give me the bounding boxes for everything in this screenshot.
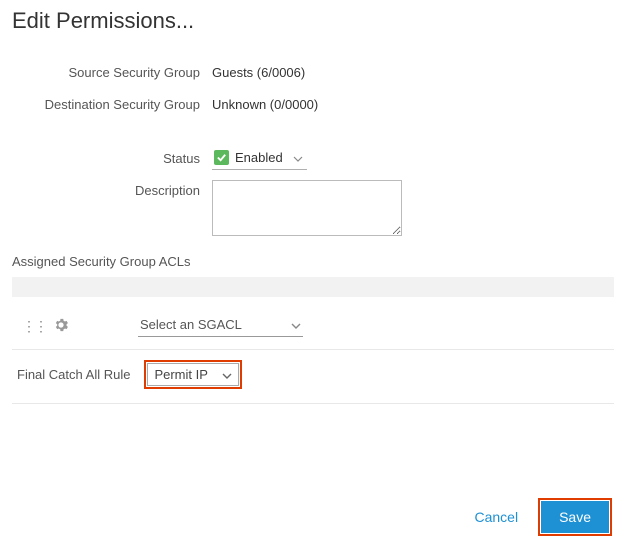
highlight-box: Permit IP bbox=[144, 360, 242, 389]
acl-row: ⋮⋮ Select an SGACL bbox=[12, 311, 614, 350]
catch-all-select[interactable]: Permit IP bbox=[147, 363, 239, 386]
dialog-footer: Cancel Save bbox=[474, 498, 612, 536]
sgacl-select[interactable]: Select an SGACL bbox=[138, 315, 303, 337]
chevron-down-icon bbox=[222, 367, 232, 382]
catch-all-label: Final Catch All Rule bbox=[17, 367, 130, 382]
status-select[interactable]: Enabled bbox=[212, 148, 307, 170]
acl-section-header: Assigned Security Group ACLs bbox=[12, 254, 614, 269]
description-input[interactable] bbox=[212, 180, 402, 236]
save-button[interactable]: Save bbox=[541, 501, 609, 533]
status-label: Status bbox=[12, 148, 212, 170]
status-checkbox[interactable] bbox=[214, 150, 229, 165]
chevron-down-icon bbox=[291, 317, 301, 332]
source-group-value: Guests (6/0006) bbox=[212, 62, 305, 84]
page-title: Edit Permissions... bbox=[12, 8, 614, 34]
source-group-label: Source Security Group bbox=[12, 62, 212, 84]
drag-handle-icon[interactable]: ⋮⋮ bbox=[22, 321, 46, 331]
sgacl-placeholder: Select an SGACL bbox=[140, 317, 242, 332]
cancel-button[interactable]: Cancel bbox=[474, 509, 518, 525]
chevron-down-icon bbox=[293, 150, 303, 165]
dest-group-value: Unknown (0/0000) bbox=[212, 94, 318, 116]
acl-toolbar bbox=[12, 277, 614, 297]
gear-icon[interactable] bbox=[54, 318, 68, 335]
catch-all-value: Permit IP bbox=[154, 367, 207, 382]
status-value: Enabled bbox=[235, 150, 283, 165]
dest-group-label: Destination Security Group bbox=[12, 94, 212, 116]
description-label: Description bbox=[12, 180, 212, 202]
catch-all-row: Final Catch All Rule Permit IP bbox=[12, 350, 614, 404]
save-highlight: Save bbox=[538, 498, 612, 536]
